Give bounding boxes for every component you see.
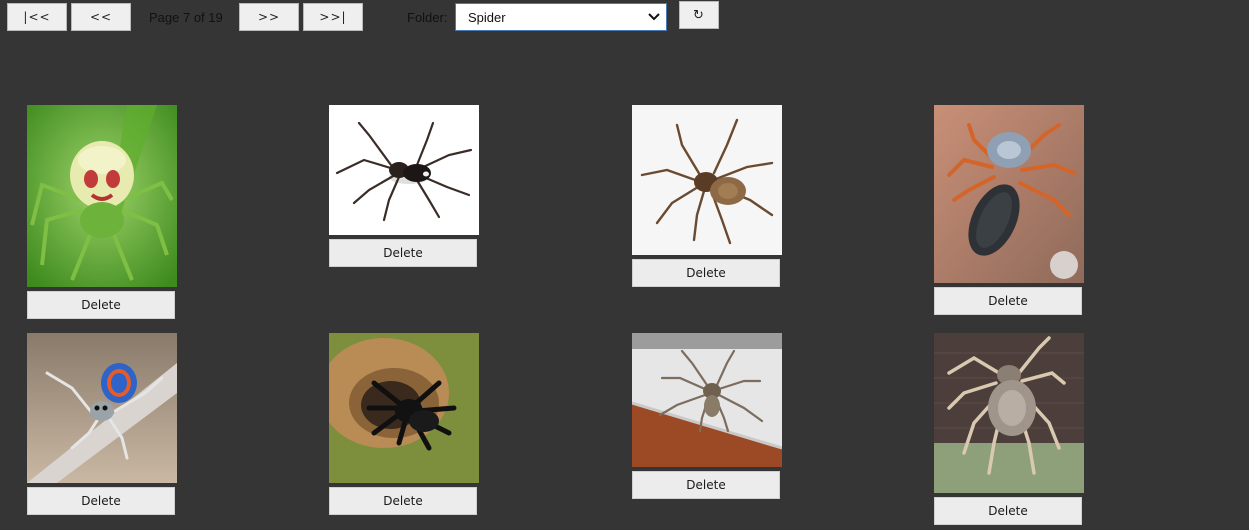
- gallery-item: Delete: [27, 333, 177, 515]
- gallery-item: Delete: [632, 333, 782, 499]
- spider-image[interactable]: [27, 105, 177, 287]
- last-page-button[interactable]: >>|: [303, 3, 363, 31]
- delete-button[interactable]: Delete: [632, 471, 780, 499]
- image-manager-page: |<< << Page 7 of 19 >> >>| Folder: Spide…: [0, 0, 1249, 530]
- previous-page-button[interactable]: <<: [71, 3, 131, 31]
- delete-button[interactable]: Delete: [632, 259, 780, 287]
- gallery-item: Delete: [934, 333, 1084, 525]
- delete-button[interactable]: Delete: [934, 287, 1082, 315]
- gallery-item: Delete: [632, 105, 782, 287]
- first-page-button[interactable]: |<<: [7, 3, 67, 31]
- refresh-button[interactable]: ↻: [679, 1, 719, 29]
- delete-button[interactable]: Delete: [27, 487, 175, 515]
- delete-button[interactable]: Delete: [329, 487, 477, 515]
- gallery-item: Delete: [27, 105, 177, 319]
- gallery-item: Delete: [329, 333, 479, 515]
- folder-label: Folder:: [407, 10, 448, 25]
- spider-image[interactable]: [632, 333, 782, 467]
- gallery-item: Delete: [329, 105, 479, 267]
- chevron-down-icon: [648, 13, 660, 21]
- spider-image[interactable]: [934, 105, 1084, 283]
- spider-image[interactable]: [632, 105, 782, 255]
- next-page-button[interactable]: >>: [239, 3, 299, 31]
- spider-image[interactable]: [27, 333, 177, 483]
- folder-select-value: Spider: [468, 9, 506, 25]
- delete-button[interactable]: Delete: [329, 239, 477, 267]
- delete-button[interactable]: Delete: [934, 497, 1082, 525]
- refresh-icon: ↻: [693, 7, 705, 23]
- delete-button[interactable]: Delete: [27, 291, 175, 319]
- spider-image[interactable]: [934, 333, 1084, 493]
- gallery-item: Delete: [934, 105, 1084, 315]
- page-indicator: Page 7 of 19: [149, 10, 223, 25]
- folder-select[interactable]: Spider: [455, 3, 667, 31]
- spider-image[interactable]: [329, 333, 479, 483]
- spider-image[interactable]: [329, 105, 479, 235]
